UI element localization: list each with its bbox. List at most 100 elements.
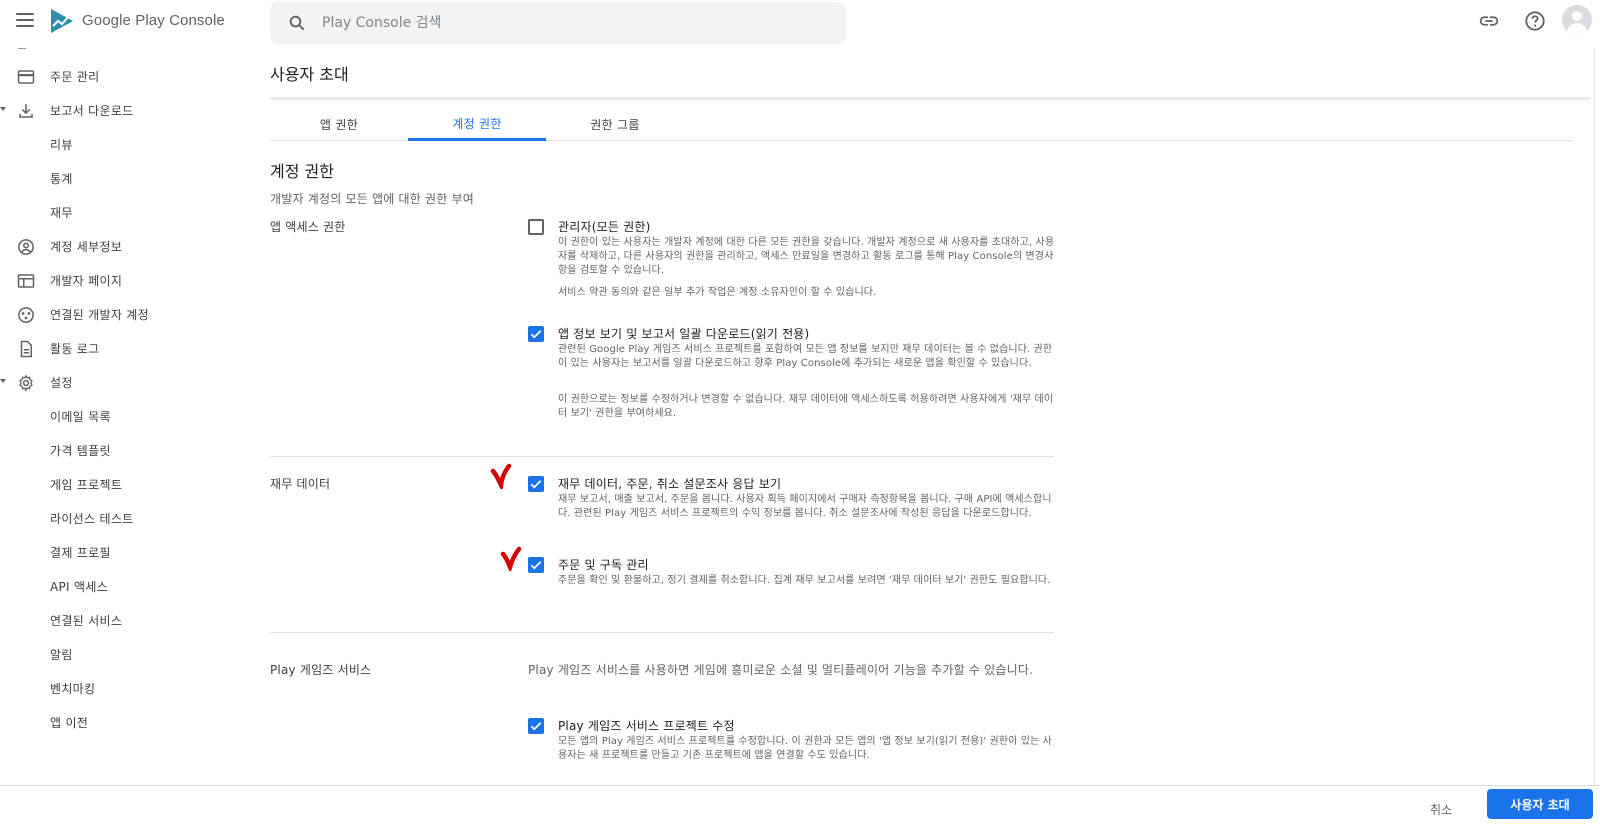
sidebar-item-label: 리뷰 — [50, 137, 73, 152]
permission-description: 재무 보고서, 매출 보고서, 주문을 봅니다. 사용자 획득 페이지에서 구매… — [558, 494, 1052, 519]
group-label-financial: 재무 데이터 — [270, 477, 331, 491]
sidebar-item-label: 게임 프로젝트 — [50, 477, 123, 492]
red-check-annotation-icon — [500, 546, 522, 571]
search-bar[interactable] — [270, 2, 846, 44]
search-icon — [289, 15, 305, 31]
sidebar-item-order-management[interactable]: 주문 관리 — [0, 59, 240, 93]
sidebar-item-label: 재무 — [50, 205, 73, 220]
check-icon — [530, 722, 542, 731]
play-games-description: Play 게임즈 서비스를 사용하면 게임에 흥미로운 소셜 및 멀티플레이어 … — [528, 663, 1034, 677]
sidebar-item-label: 가격 템플릿 — [50, 443, 111, 458]
check-icon — [530, 330, 542, 339]
sidebar-item-label: 계정 세부정보 — [50, 239, 123, 254]
permission-description: 모든 앱의 Play 게임즈 서비스 프로젝트를 수정합니다. 이 권한과 모든… — [558, 736, 1052, 761]
play-console-logo-icon — [51, 9, 73, 33]
sidebar-item-financial[interactable]: 재무 — [0, 195, 240, 229]
search-input[interactable] — [322, 15, 782, 31]
sidebar-item-label: 통계 — [50, 171, 73, 186]
view-financial-checkbox[interactable] — [528, 476, 544, 492]
account-circle-icon — [18, 239, 34, 255]
sidebar-item-reviews[interactable]: 리뷰 — [0, 127, 240, 161]
sidebar-item-label: 알림 — [50, 647, 73, 662]
group-divider — [270, 456, 1054, 457]
sidebar-item-label: 활동 로그 — [50, 341, 100, 356]
expand-caret-icon[interactable] — [0, 379, 6, 383]
sidebar-item-download-reports[interactable]: 보고서 다운로드 — [0, 93, 240, 127]
permission-description: 이 권한이 있는 사용자는 개발자 계정에 대한 다른 모든 권한을 갖습니다.… — [558, 237, 1055, 276]
sidebar-item-label: 벤치마킹 — [50, 681, 96, 696]
sidebar-item-notifications[interactable]: 알림 — [0, 637, 240, 671]
group-label-play-games: Play 게임즈 서비스 — [270, 663, 372, 677]
section-subtitle: 개발자 계정의 모든 앱에 대한 권한 부여 — [270, 192, 474, 206]
sidebar-item-game-projects[interactable]: 게임 프로젝트 — [0, 467, 240, 501]
red-check-annotation-icon — [490, 463, 512, 489]
page-title: 사용자 초대 — [270, 65, 349, 84]
sidebar-item-label: 이메일 목록 — [50, 409, 111, 424]
sidebar-item-email-lists[interactable]: 이메일 목록 — [0, 399, 240, 433]
check-icon — [530, 561, 542, 570]
permission-title: 앱 정보 보기 및 보고서 일괄 다운로드(읽기 전용) — [558, 327, 810, 341]
sidebar-item-linked-accounts[interactable]: 연결된 개발자 계정 — [0, 297, 240, 331]
sidebar-item-label: 결제 프로필 — [50, 545, 111, 560]
sidebar-item-pricing-templates[interactable]: 가격 템플릿 — [0, 433, 240, 467]
invite-user-button[interactable]: 사용자 초대 — [1487, 789, 1593, 819]
sidebar-item-label: 주문 관리 — [50, 69, 100, 84]
scrollbar-track[interactable] — [1594, 48, 1595, 785]
app-name: Google Play Console — [82, 12, 225, 29]
sidebar-item-benchmarking[interactable]: 벤치마킹 — [0, 671, 240, 705]
sidebar-divider — [18, 48, 26, 49]
expand-caret-icon[interactable] — [0, 107, 6, 111]
tab-permission-groups[interactable]: 권한 그룹 — [546, 108, 684, 141]
sidebar-item-label: API 액세스 — [50, 579, 109, 594]
help-icon[interactable] — [1524, 10, 1546, 32]
sidebar-item-label: 보고서 다운로드 — [50, 103, 134, 118]
sidebar-item-label: 라이선스 테스트 — [50, 511, 134, 526]
sidebar-item-payments-profile[interactable]: 결제 프로필 — [0, 535, 240, 569]
permission-note: 이 권한으로는 정보를 수정하거나 변경할 수 없습니다. 재무 데이터에 액세… — [558, 394, 1054, 419]
title-divider — [270, 97, 1590, 99]
linked-accounts-icon — [18, 307, 34, 323]
permission-description: 관련된 Google Play 게임즈 서비스 프로젝트를 포함하여 모든 앱 … — [558, 344, 1053, 369]
permission-tabs: 앱 권한 계정 권한 권한 그룹 — [270, 108, 1572, 141]
tab-app-permissions[interactable]: 앱 권한 — [270, 108, 408, 141]
manage-orders-checkbox[interactable] — [528, 557, 544, 573]
sidebar-item-app-transfer[interactable]: 앱 이전 — [0, 705, 240, 739]
sidebar-item-settings[interactable]: 설정 — [0, 365, 240, 399]
sidebar-item-label: 앱 이전 — [50, 715, 89, 730]
permission-note: 서비스 약관 동의와 같은 일부 추가 작업은 계정 소유자만이 할 수 있습니… — [558, 287, 877, 298]
sidebar-item-activity-log[interactable]: 활동 로그 — [0, 331, 240, 365]
sidebar-item-api-access[interactable]: API 액세스 — [0, 569, 240, 603]
tab-account-permissions[interactable]: 계정 권한 — [408, 108, 546, 141]
sidebar-item-label: 개발자 페이지 — [50, 273, 123, 288]
group-label-app-access: 앱 액세스 권한 — [270, 220, 346, 234]
document-icon — [20, 340, 32, 358]
web-page-icon — [17, 274, 35, 288]
view-app-info-checkbox[interactable] — [528, 326, 544, 342]
sidebar-item-linked-services[interactable]: 연결된 서비스 — [0, 603, 240, 637]
permission-title: Play 게임즈 서비스 프로젝트 수정 — [558, 719, 735, 733]
download-icon — [19, 104, 33, 118]
admin-checkbox[interactable] — [528, 219, 544, 235]
sidebar-item-label: 연결된 개발자 계정 — [50, 307, 149, 322]
section-title: 계정 권한 — [270, 162, 334, 181]
sidebar-item-developer-page[interactable]: 개발자 페이지 — [0, 263, 240, 297]
sidebar-item-account-details[interactable]: 계정 세부정보 — [0, 229, 240, 263]
sidebar-item-label: 연결된 서비스 — [50, 613, 123, 628]
permission-description: 주문을 확인 및 환불하고, 정기 결제를 취소합니다. 집계 재무 보고서를 … — [558, 575, 1051, 586]
menu-icon[interactable] — [16, 13, 34, 27]
cancel-button[interactable]: 취소 — [1430, 801, 1452, 818]
permission-title: 재무 데이터, 주문, 취소 설문조사 응답 보기 — [558, 477, 782, 491]
sidebar-item-label: 설정 — [50, 375, 73, 390]
footer-action-bar: 취소 사용자 초대 — [0, 785, 1600, 835]
sidebar-item-statistics[interactable]: 통계 — [0, 161, 240, 195]
group-divider — [270, 632, 1054, 633]
link-icon[interactable] — [1478, 10, 1500, 32]
credit-card-icon — [17, 70, 35, 84]
permission-title: 주문 및 구독 관리 — [558, 558, 649, 572]
sidebar-item-license-testing[interactable]: 라이선스 테스트 — [0, 501, 240, 535]
gear-icon — [19, 374, 33, 392]
edit-game-projects-checkbox[interactable] — [528, 718, 544, 734]
permission-title: 관리자(모든 권한) — [558, 220, 651, 234]
check-icon — [530, 480, 542, 489]
account-avatar[interactable] — [1562, 5, 1592, 35]
